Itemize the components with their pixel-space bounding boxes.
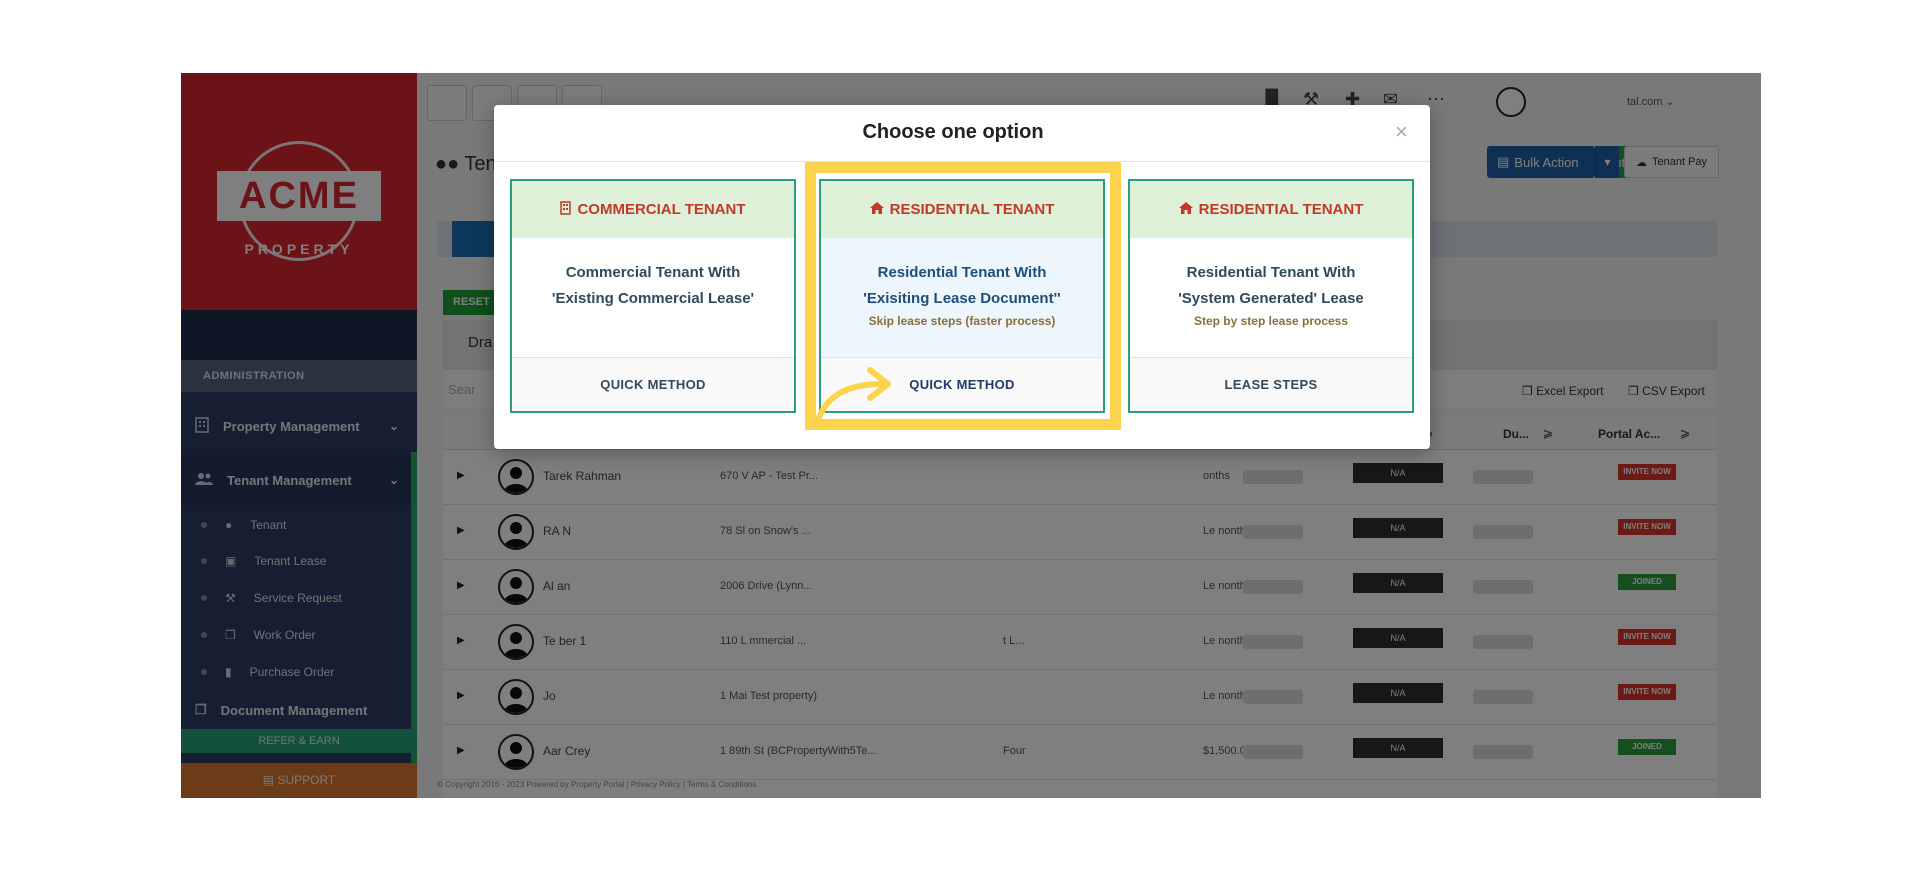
commercial-tenant-card[interactable]: COMMERCIAL TENANT Commercial Tenant With… bbox=[510, 179, 796, 413]
lease-steps-button[interactable]: LEASE STEPS bbox=[1130, 357, 1412, 411]
card-line2: 'Existing Commercial Lease' bbox=[551, 290, 755, 307]
card-header: COMMERCIAL TENANT bbox=[512, 181, 794, 238]
card-note: Step by step lease process bbox=[1193, 314, 1349, 328]
card-line1: Commercial Tenant With bbox=[565, 264, 741, 281]
card-line2: 'System Generated' Lease bbox=[1178, 290, 1364, 307]
card-title: RESIDENTIAL TENANT bbox=[1198, 201, 1364, 218]
card-header: RESIDENTIAL TENANT bbox=[1130, 181, 1412, 238]
card-body: Residential Tenant With 'System Generate… bbox=[1130, 238, 1412, 357]
card-title: COMMERCIAL TENANT bbox=[577, 201, 746, 218]
residential-tenant-system-lease-card[interactable]: RESIDENTIAL TENANT Residential Tenant Wi… bbox=[1128, 179, 1414, 413]
modal-title: Choose one option bbox=[862, 121, 1044, 143]
quick-method-button[interactable]: QUICK METHOD bbox=[512, 357, 794, 411]
modal-header: Choose one option × bbox=[494, 105, 1430, 162]
card-line1: Residential Tenant With bbox=[1186, 264, 1356, 281]
card-body: Commercial Tenant With 'Existing Commerc… bbox=[512, 238, 794, 357]
building-icon bbox=[560, 200, 572, 219]
close-icon[interactable]: × bbox=[1395, 119, 1408, 145]
home-icon bbox=[1178, 201, 1193, 218]
arrow-icon bbox=[815, 367, 891, 422]
